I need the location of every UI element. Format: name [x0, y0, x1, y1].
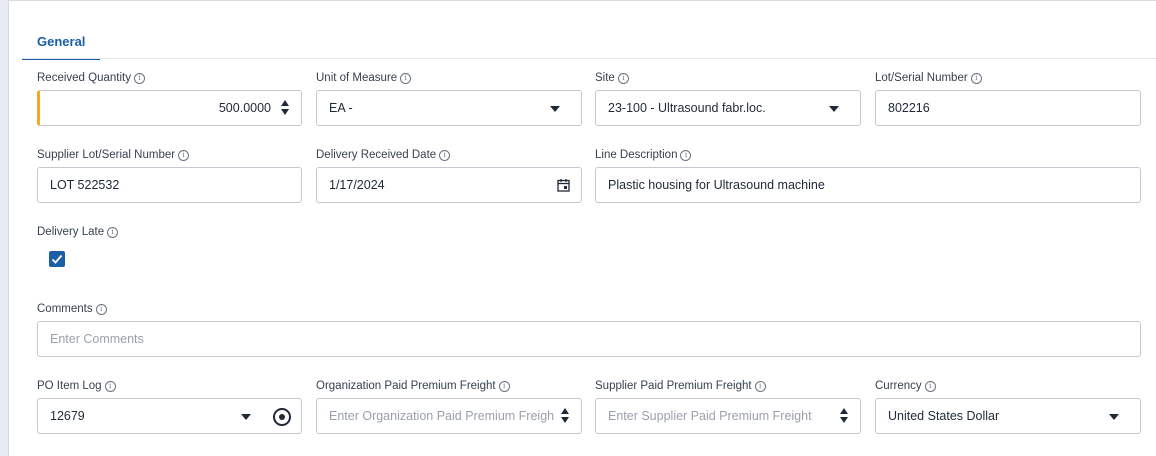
supplier-lot-serial-number-input[interactable]: LOT 522532	[37, 167, 302, 203]
info-icon[interactable]: i	[400, 73, 412, 84]
top-divider	[8, 0, 1156, 1]
delivery-received-date-value: 1/17/2024	[329, 178, 385, 192]
tab-bar: General	[22, 22, 101, 60]
comments-label: Comments	[37, 303, 93, 315]
org-paid-premium-freight-input[interactable]: Enter Organization Paid Premium Freigh	[316, 398, 582, 434]
org-paid-premium-freight-placeholder: Enter Organization Paid Premium Freigh	[329, 409, 554, 423]
unit-of-measure-value: EA -	[329, 101, 353, 115]
delivery-late-field: Delivery Late i	[37, 224, 302, 274]
calendar-icon[interactable]	[557, 178, 570, 195]
target-select-icon[interactable]	[273, 408, 291, 426]
site-field: Site i 23-100 - Ultrasound fabr.loc.	[595, 70, 861, 126]
info-icon[interactable]: i	[133, 73, 145, 84]
line-description-field: Line Description i Plastic housing for Ul…	[595, 147, 1141, 203]
currency-field: Currency i United States Dollar	[875, 378, 1141, 434]
chevron-down-icon[interactable]	[550, 106, 560, 112]
unit-of-measure-label: Unit of Measure	[316, 72, 398, 84]
delivery-late-checkbox[interactable]	[49, 251, 65, 267]
site-select[interactable]: 23-100 - Ultrasound fabr.loc.	[595, 90, 861, 126]
tab-bar-divider	[22, 58, 1156, 59]
delivery-late-label: Delivery Late	[37, 226, 105, 238]
info-icon[interactable]: i	[104, 381, 116, 392]
info-icon[interactable]: i	[617, 73, 629, 84]
line-description-input[interactable]: Plastic housing for Ultrasound machine	[595, 167, 1141, 203]
checkmark-icon	[51, 254, 63, 264]
comments-field: Comments i Enter Comments	[37, 301, 1141, 357]
lot-serial-number-label: Lot/Serial Number	[875, 72, 968, 84]
supplier-paid-premium-freight-input[interactable]: Enter Supplier Paid Premium Freight	[595, 398, 861, 434]
unit-of-measure-select[interactable]: EA -	[316, 90, 582, 126]
site-label: Site	[595, 72, 615, 84]
received-quantity-label: Received Quantity	[37, 72, 131, 84]
info-icon[interactable]: i	[924, 381, 936, 392]
po-item-log-select[interactable]: 12679	[37, 398, 302, 434]
currency-value: United States Dollar	[888, 409, 1000, 423]
chevron-down-icon[interactable]	[241, 414, 251, 420]
currency-label: Currency	[875, 380, 922, 392]
delivery-received-date-label: Delivery Received Date	[316, 149, 437, 161]
po-item-log-field: PO Item Log i 12679	[37, 378, 302, 434]
info-icon[interactable]: i	[970, 73, 982, 84]
info-icon[interactable]: i	[178, 150, 190, 161]
info-icon[interactable]: i	[439, 150, 451, 161]
info-icon[interactable]: i	[95, 304, 107, 315]
org-paid-premium-freight-label: Organization Paid Premium Freight	[316, 380, 496, 392]
supplier-paid-premium-freight-field: Supplier Paid Premium Freight i Enter Sup…	[595, 378, 861, 434]
lot-serial-number-value: 802216	[888, 101, 930, 115]
stepper-icon[interactable]	[561, 407, 571, 425]
supplier-lot-serial-number-field: Supplier Lot/Serial Number i LOT 522532	[37, 147, 302, 203]
supplier-lot-serial-number-label: Supplier Lot/Serial Number	[37, 149, 176, 161]
supplier-paid-premium-freight-label: Supplier Paid Premium Freight	[595, 380, 752, 392]
supplier-paid-premium-freight-placeholder: Enter Supplier Paid Premium Freight	[608, 409, 812, 423]
po-item-log-value: 12679	[50, 409, 85, 423]
line-description-label: Line Description	[595, 149, 678, 161]
tab-general[interactable]: General	[22, 22, 101, 60]
left-rail	[0, 0, 9, 456]
currency-select[interactable]: United States Dollar	[875, 398, 1141, 434]
site-value: 23-100 - Ultrasound fabr.loc.	[608, 101, 766, 115]
info-icon[interactable]: i	[754, 381, 766, 392]
delivery-received-date-input[interactable]: 1/17/2024	[316, 167, 582, 203]
comments-input[interactable]: Enter Comments	[37, 321, 1141, 357]
supplier-lot-serial-number-value: LOT 522532	[50, 178, 120, 192]
chevron-down-icon[interactable]	[829, 106, 839, 112]
info-icon[interactable]: i	[498, 381, 510, 392]
lot-serial-number-field: Lot/Serial Number i 802216	[875, 70, 1141, 126]
received-quantity-input[interactable]: 500.0000	[37, 90, 302, 126]
chevron-down-icon[interactable]	[1109, 414, 1119, 420]
info-icon[interactable]: i	[107, 227, 119, 238]
quantity-stepper-icon[interactable]	[281, 99, 291, 117]
po-item-log-label: PO Item Log	[37, 380, 102, 392]
received-quantity-field: Received Quantity i 500.0000	[37, 70, 302, 126]
unit-of-measure-field: Unit of Measure i EA -	[316, 70, 582, 126]
info-icon[interactable]: i	[680, 150, 692, 161]
delivery-received-date-field: Delivery Received Date i 1/17/2024	[316, 147, 582, 203]
lot-serial-number-input[interactable]: 802216	[875, 90, 1141, 126]
received-quantity-value: 500.0000	[218, 101, 271, 115]
comments-placeholder: Enter Comments	[50, 332, 144, 346]
org-paid-premium-freight-field: Organization Paid Premium Freight i Enter…	[316, 378, 582, 434]
line-description-value: Plastic housing for Ultrasound machine	[608, 178, 825, 192]
stepper-icon[interactable]	[840, 407, 850, 425]
